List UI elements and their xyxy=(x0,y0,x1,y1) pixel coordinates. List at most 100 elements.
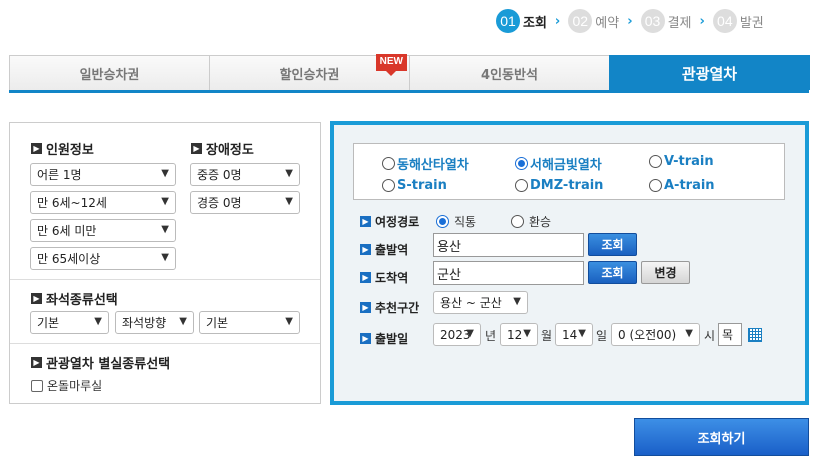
tab-discount[interactable]: 할인승차권 NEW xyxy=(209,54,410,90)
month-unit: 월 xyxy=(541,329,553,343)
radio-button[interactable] xyxy=(382,179,395,192)
route-transfer-option[interactable]: 환승 xyxy=(511,213,551,230)
divider xyxy=(10,343,320,344)
step-indicator: 01 조회 › 02 예약 › 03 결제 › 04 발권 xyxy=(496,9,772,33)
day-unit: 일 xyxy=(596,329,608,343)
disability-title-text: 장애정도 xyxy=(206,143,254,158)
arrival-station-input[interactable]: 군산 xyxy=(433,261,584,285)
seat-type-select[interactable]: 기본 ▼ xyxy=(30,311,109,334)
senior-select[interactable]: 만 65세이상 ▼ xyxy=(30,247,176,270)
train-label: 동해산타열차 xyxy=(397,158,469,173)
severe-value: 중증 0명 xyxy=(197,168,242,182)
chevron-down-icon: ▼ xyxy=(161,224,169,235)
arrival-label: ▶ 도착역 xyxy=(360,269,408,286)
radio-button-selected[interactable] xyxy=(436,215,449,228)
ticket-type-tabs: 일반승차권 할인승차권 NEW 4인동반석 관광열차 xyxy=(9,54,810,93)
tab-general[interactable]: 일반승차권 xyxy=(9,55,210,90)
radio-button-selected[interactable] xyxy=(515,157,528,170)
hour-select[interactable]: 0 (오전00) ▼ xyxy=(611,323,700,346)
weekday-display: 목 xyxy=(718,323,742,346)
recommended-label-text: 추천구간 xyxy=(375,301,420,315)
bullet-arrow-icon: ▶ xyxy=(360,333,371,344)
chevron-down-icon: ▼ xyxy=(578,328,586,339)
recommended-value: 용산 ~ 군산 xyxy=(440,296,502,310)
disability-title: ▶ 장애정도 xyxy=(191,139,254,158)
tab-label: 일반승차권 xyxy=(79,67,140,83)
arrival-search-button[interactable]: 조회 xyxy=(588,261,637,284)
day-value: 14 xyxy=(562,327,578,342)
step-number: 04 xyxy=(712,9,737,33)
chevron-right-icon: › xyxy=(554,13,561,29)
child-select[interactable]: 만 6세~12세 ▼ xyxy=(30,191,176,214)
tab-group-of-four[interactable]: 4인동반석 xyxy=(409,55,610,90)
year-unit: 년 xyxy=(485,329,497,343)
chevron-down-icon: ▼ xyxy=(161,168,169,179)
bullet-arrow-icon: ▶ xyxy=(31,293,42,304)
radio-button[interactable] xyxy=(649,155,662,168)
chevron-down-icon: ▼ xyxy=(685,328,693,339)
chevron-down-icon: ▼ xyxy=(285,316,293,327)
severe-disability-select[interactable]: 중증 0명 ▼ xyxy=(190,163,300,186)
radio-button[interactable] xyxy=(382,157,395,170)
chevron-right-icon: › xyxy=(627,13,633,29)
infant-value: 만 6세 미만 xyxy=(37,224,97,238)
departure-date-label: ▶ 출발일 xyxy=(360,330,408,347)
recommended-route-label: ▶ 추천구간 xyxy=(360,299,419,316)
train-option-dmz-train[interactable]: DMZ-train xyxy=(515,178,603,193)
mild-disability-select[interactable]: 경증 0명 ▼ xyxy=(190,191,300,214)
ondol-room-option[interactable]: 온돌마루실 xyxy=(31,377,102,394)
route-label: ▶ 여정경로 xyxy=(360,213,419,230)
seat-direction-value: 좌석방향 xyxy=(122,316,167,330)
train-option-west-gold[interactable]: 서해금빛열차 xyxy=(515,154,602,173)
child-value: 만 6세~12세 xyxy=(37,196,107,210)
chevron-down-icon: ▼ xyxy=(94,316,102,327)
bullet-arrow-icon: ▶ xyxy=(360,244,371,255)
train-label: A-train xyxy=(664,178,715,193)
route-label-text: 여정경로 xyxy=(375,215,420,229)
senior-value: 만 65세이상 xyxy=(37,252,101,266)
infant-select[interactable]: 만 6세 미만 ▼ xyxy=(30,219,176,242)
bullet-arrow-icon: ▶ xyxy=(360,272,371,283)
train-option-s-train[interactable]: S-train xyxy=(382,178,447,193)
bullet-arrow-icon: ▶ xyxy=(31,357,42,368)
chevron-right-icon: › xyxy=(699,13,705,29)
radio-button[interactable] xyxy=(515,179,528,192)
train-label: 서해금빛열차 xyxy=(530,158,602,173)
departure-search-button[interactable]: 조회 xyxy=(588,233,637,256)
seat-position-value: 기본 xyxy=(206,316,229,330)
train-option-a-train[interactable]: A-train xyxy=(649,178,715,193)
calendar-icon[interactable] xyxy=(748,328,762,342)
day-select[interactable]: 14 ▼ xyxy=(555,323,593,346)
seat-type-title-text: 좌석종류선택 xyxy=(46,293,118,308)
mild-value: 경증 0명 xyxy=(197,196,242,210)
month-select[interactable]: 12 ▼ xyxy=(500,323,538,346)
seat-type-title: ▶ 좌석종류선택 xyxy=(31,289,118,308)
seat-direction-select[interactable]: 좌석방향 ▼ xyxy=(115,311,194,334)
chevron-down-icon: ▼ xyxy=(285,168,293,179)
departure-station-input[interactable]: 용산 xyxy=(433,233,584,257)
train-option-v-train[interactable]: V-train xyxy=(649,154,714,169)
chevron-down-icon: ▼ xyxy=(161,252,169,263)
checkbox[interactable] xyxy=(31,379,43,392)
train-label: S-train xyxy=(397,178,447,193)
adult-select[interactable]: 어른 1명 ▼ xyxy=(30,163,176,186)
recommended-route-select[interactable]: 용산 ~ 군산 ▼ xyxy=(433,291,528,314)
radio-button[interactable] xyxy=(511,215,524,228)
swap-stations-button[interactable]: 변경 xyxy=(641,261,690,284)
seat-position-select[interactable]: 기본 ▼ xyxy=(199,311,300,334)
journey-panel: 동해산타열차 서해금빛열차 V-train S-train DMZ-train … xyxy=(330,121,809,405)
radio-button[interactable] xyxy=(649,179,662,192)
chevron-down-icon: ▼ xyxy=(523,328,531,339)
ondol-room-label: 온돌마루실 xyxy=(47,379,103,393)
year-select[interactable]: 2023 ▼ xyxy=(433,323,481,346)
step-number: 01 xyxy=(496,9,520,33)
search-button[interactable]: 조회하기 xyxy=(634,418,809,456)
tab-tourist-train[interactable]: 관광열차 xyxy=(609,55,810,90)
bullet-arrow-icon: ▶ xyxy=(360,216,371,227)
bullet-arrow-icon: ▶ xyxy=(360,302,371,313)
divider xyxy=(10,279,320,280)
train-label: DMZ-train xyxy=(530,178,604,193)
tab-label: 4인동반석 xyxy=(481,67,538,83)
train-option-east-santa[interactable]: 동해산타열차 xyxy=(382,154,469,173)
route-direct-option[interactable]: 직통 xyxy=(436,213,476,230)
